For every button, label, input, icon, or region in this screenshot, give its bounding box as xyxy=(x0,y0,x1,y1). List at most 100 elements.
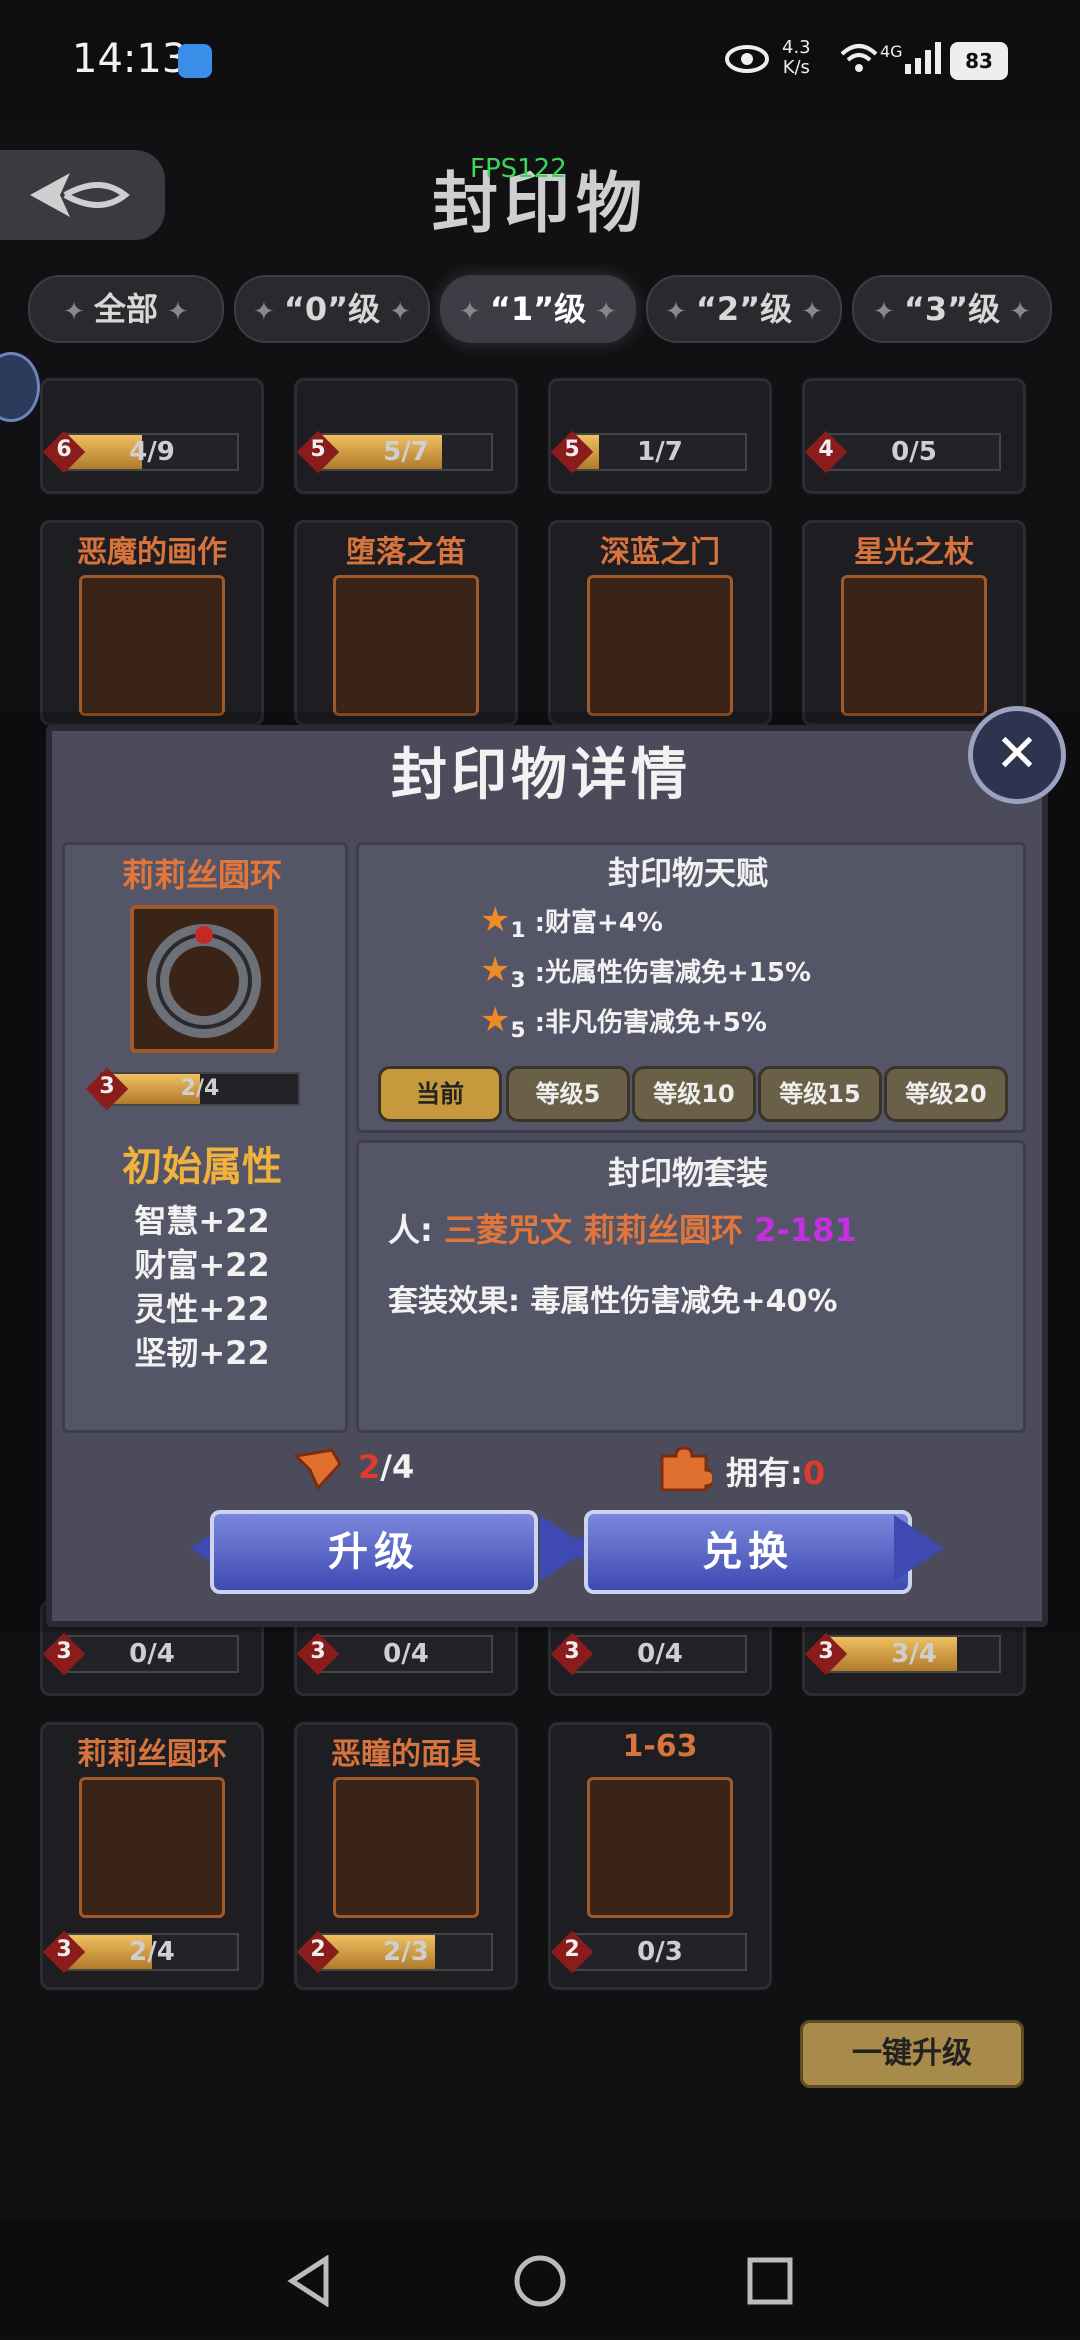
level-progress-bar: 1/7 xyxy=(573,433,747,471)
star-icon: ★ xyxy=(480,900,511,940)
level-progress-bar: 0/4 xyxy=(573,1635,747,1673)
owned-value: 0 xyxy=(802,1454,826,1492)
seal-card[interactable]: 1-63 0/3 2 xyxy=(548,1722,772,1990)
seal-card[interactable]: 星光之杖 xyxy=(802,520,1026,726)
owned-label: 拥有: xyxy=(726,1454,803,1492)
seal-card[interactable]: 莉莉丝圆环 2/4 3 xyxy=(40,1722,264,1990)
level-progress-bar: 4/9 xyxy=(65,433,239,471)
tab-level-1[interactable]: ✦ “1”级 ✦ xyxy=(440,275,636,343)
network-speed: 4.3 K/s xyxy=(782,38,811,78)
talent-row: ★1 :财富+4% xyxy=(480,900,663,943)
level-tab-10[interactable]: 等级10 xyxy=(632,1066,756,1122)
tab-level-2[interactable]: ✦ “2”级 ✦ xyxy=(646,275,842,343)
upgrade-cost-have: 2 xyxy=(358,1448,381,1486)
seal-name: 莉莉丝圆环 xyxy=(77,1737,227,1772)
level-progress-bar: 0/4 xyxy=(65,1635,239,1673)
level-number: 5 xyxy=(564,437,580,462)
item-level-number: 3 xyxy=(99,1074,115,1099)
network-type: 4G xyxy=(880,42,903,61)
tab-level-0[interactable]: ✦ “0”级 ✦ xyxy=(234,275,430,343)
exchange-button[interactable]: 兑换 xyxy=(584,1510,912,1594)
seal-card[interactable]: 5/7 5 xyxy=(294,378,518,494)
talent-star-level: 5 xyxy=(510,1018,526,1044)
ring-icon xyxy=(130,905,278,1053)
level-progress-bar: 0/4 xyxy=(319,1635,493,1673)
level-progress-bar: 0/3 xyxy=(573,1933,747,1971)
wifi-icon xyxy=(840,44,878,72)
level-tab-20[interactable]: 等级20 xyxy=(884,1066,1008,1122)
tab-level-3[interactable]: ✦ “3”级 ✦ xyxy=(852,275,1052,343)
recents-nav-icon[interactable] xyxy=(746,2256,794,2306)
set-effect: 套装效果: 毒属性伤害减免+40% xyxy=(388,1284,838,1319)
level-number: 3 xyxy=(56,1937,72,1962)
seal-name: 恶魔的画作 xyxy=(77,535,227,570)
seal-card[interactable]: 堕落之笛 xyxy=(294,520,518,726)
set-title: 封印物套装 xyxy=(607,1154,768,1192)
seal-card[interactable]: 恶瞳的面具 2/3 2 xyxy=(294,1722,518,1990)
signal-icon xyxy=(905,42,941,74)
home-nav-icon[interactable] xyxy=(512,2253,568,2309)
staff-icon xyxy=(841,575,987,716)
status-time: 14:13 xyxy=(72,36,188,82)
seal-name: 1-63 xyxy=(622,1729,698,1764)
owned-count: 拥有:0 xyxy=(726,1448,825,1494)
level-tab-15[interactable]: 等级15 xyxy=(758,1066,882,1122)
close-button[interactable]: ✕ xyxy=(968,706,1066,804)
fragment-icon xyxy=(292,1448,342,1490)
seal-name: 恶瞳的面具 xyxy=(331,1737,481,1772)
level-tab-current[interactable]: 当前 xyxy=(378,1066,502,1122)
star-icon: ★ xyxy=(480,1000,511,1040)
initial-attributes-title: 初始属性 xyxy=(122,1144,282,1190)
level-progress-bar: 2/3 xyxy=(319,1933,493,1971)
battery-indicator: 83 xyxy=(950,42,1008,80)
close-icon: ✕ xyxy=(995,724,1039,784)
talent-star-level: 3 xyxy=(510,968,526,994)
attribute-wisdom: 智慧+22 xyxy=(134,1202,270,1240)
network-speed-value: 4.3 xyxy=(782,37,811,58)
item-name: 莉莉丝圆环 xyxy=(121,856,282,894)
attribute-toughness: 坚韧+22 xyxy=(134,1334,270,1372)
level-number: 2 xyxy=(564,1937,580,1962)
seal-card[interactable]: 深蓝之门 xyxy=(548,520,772,726)
set-prefix: 人: xyxy=(388,1211,444,1249)
set-line: 人: 三菱咒文 莉莉丝圆环 2-181 xyxy=(388,1205,857,1251)
seal-name: 深蓝之门 xyxy=(600,535,720,570)
seal-card[interactable]: 0/5 4 xyxy=(802,378,1026,494)
one-key-upgrade-button[interactable]: 一键升级 xyxy=(800,2020,1024,2088)
talent-title: 封印物天赋 xyxy=(607,854,768,892)
painting-icon xyxy=(79,575,225,716)
item-level-bar: 2/4 xyxy=(100,1072,300,1106)
set-items: 三菱咒文 莉莉丝圆环 xyxy=(443,1211,755,1249)
tab-all[interactable]: ✦ 全部 ✦ xyxy=(28,275,224,343)
level-number: 2 xyxy=(310,1937,326,1962)
door-icon xyxy=(587,575,733,716)
seal-name: 堕落之笛 xyxy=(346,535,466,570)
puzzle-icon xyxy=(660,1446,712,1492)
side-badge[interactable] xyxy=(0,352,40,422)
level-number: 3 xyxy=(564,1639,580,1664)
eye-icon xyxy=(725,45,769,73)
seal-card[interactable]: 4/9 6 xyxy=(40,378,264,494)
upgrade-cost: 2/4 xyxy=(358,1448,414,1486)
modal-title: 封印物详情 xyxy=(391,743,691,808)
level-number: 3 xyxy=(310,1639,326,1664)
seal-name: 星光之杖 xyxy=(854,535,974,570)
upgrade-button[interactable]: 升级 xyxy=(210,1510,538,1594)
level-filter-tabs: ✦ 全部 ✦ ✦ “0”级 ✦ ✦ “1”级 ✦ ✦ “2”级 ✦ ✦ “3”级… xyxy=(28,275,1052,343)
level-progress-bar: 2/4 xyxy=(65,1933,239,1971)
talent-text: :光属性伤害减免+15% xyxy=(534,958,812,988)
seal-card[interactable]: 恶魔的画作 xyxy=(40,520,264,726)
app-notification-icon xyxy=(178,44,212,78)
level-tab-5[interactable]: 等级5 xyxy=(506,1066,630,1122)
mask-icon xyxy=(333,1777,479,1918)
level-number: 3 xyxy=(56,1639,72,1664)
attribute-wealth: 财富+22 xyxy=(134,1246,270,1284)
back-nav-icon[interactable] xyxy=(286,2255,332,2307)
talent-row: ★3 :光属性伤害减免+15% xyxy=(480,950,811,993)
level-progress-bar: 3/4 xyxy=(827,1635,1001,1673)
level-progress-bar: 5/7 xyxy=(319,433,493,471)
seal-card[interactable]: 1/7 5 xyxy=(548,378,772,494)
orb-icon xyxy=(587,1777,733,1918)
level-number: 6 xyxy=(56,437,72,462)
talent-star-level: 1 xyxy=(510,918,526,944)
